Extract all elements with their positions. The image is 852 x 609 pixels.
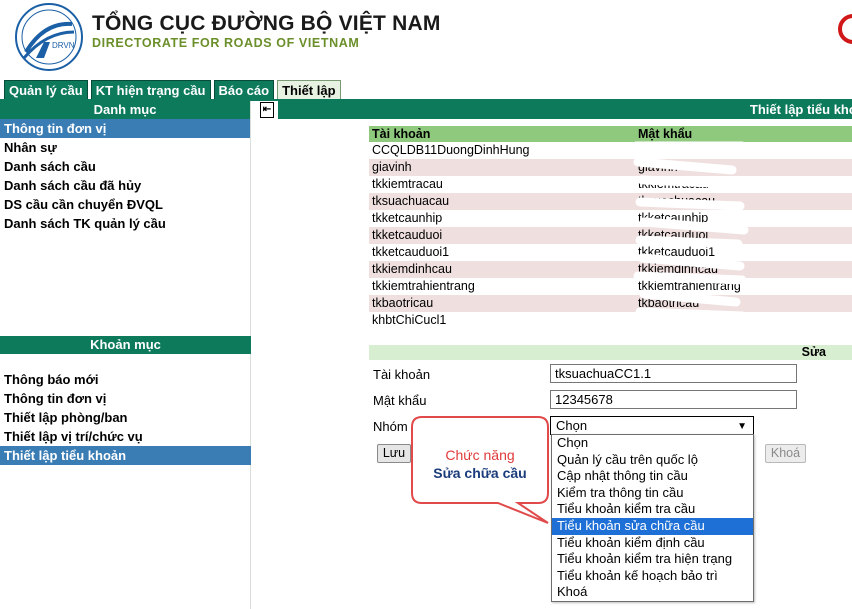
cell-password bbox=[635, 312, 852, 329]
cell-password: tkketcauduoi1 bbox=[635, 244, 852, 261]
table-row[interactable]: giavinh giavinh bbox=[369, 159, 852, 176]
group-option[interactable]: Tiểu khoản kiểm tra cầu bbox=[552, 501, 753, 518]
main-header: Thiết lập tiểu khoản bbox=[278, 101, 852, 119]
sidebar-item-thong-tin-don-vi[interactable]: Thông tin đơn vị bbox=[0, 119, 250, 138]
account-label: Tài khoản bbox=[373, 367, 431, 382]
page-header: DRVN TỔNG CỤC ĐƯỜNG BỘ VIỆT NAM DIRECTOR… bbox=[0, 0, 852, 78]
table-row[interactable]: tkkiemdinhcau tkkiemdinhcau bbox=[369, 261, 852, 278]
table-row[interactable]: tksuachuacau tksuachuacau bbox=[369, 193, 852, 210]
col-tai-khoan: Tài khoản bbox=[369, 126, 635, 142]
account-input[interactable] bbox=[550, 364, 797, 383]
cell-password: tkkiemtracau bbox=[635, 176, 852, 193]
group-option[interactable]: Kiểm tra thông tin cầu bbox=[552, 485, 753, 502]
group-option[interactable]: Cập nhật thông tin cầu bbox=[552, 468, 753, 485]
sidebar: Danh mục Thông tin đơn vị Nhân sự Danh s… bbox=[0, 101, 251, 609]
table-row[interactable]: khbtChiCucl1 bbox=[369, 312, 852, 329]
sidebar-item-nhan-su[interactable]: Nhân sự bbox=[0, 138, 250, 157]
group-option[interactable]: Quản lý cầu trên quốc lộ bbox=[552, 452, 753, 469]
cell-account: tkkiemtracau bbox=[369, 176, 635, 193]
site-title-en: DIRECTORATE FOR ROADS OF VIETNAM bbox=[92, 36, 360, 50]
table-row[interactable]: tkketcauduoi1 tkketcauduoi1 bbox=[369, 244, 852, 261]
group-dropdown-list: Chọn Quản lý cầu trên quốc lộ Cập nhật t… bbox=[551, 434, 754, 602]
cell-password: tksuachuacau bbox=[635, 193, 852, 210]
sidebar-item-danh-sach-tk[interactable]: Danh sách TK quản lý cầu bbox=[0, 214, 250, 233]
main-title: Thiết lập tiểu khoản bbox=[749, 102, 852, 117]
tab-bao-cao[interactable]: Báo cáo bbox=[213, 80, 275, 100]
cell-account: khbtChiCucl1 bbox=[369, 312, 635, 329]
table-row[interactable]: tkketcaunhip tkketcaunhip bbox=[369, 210, 852, 227]
table-row[interactable]: tkkiemtracau tkkiemtracau bbox=[369, 176, 852, 193]
group-option[interactable]: Tiểu khoản kiểm tra hiện trạng bbox=[552, 551, 753, 568]
table-row[interactable]: tkbaotricau tkbaotricau bbox=[369, 295, 852, 312]
group-selected-value: Chọn bbox=[556, 418, 588, 433]
sidebar-item-ds-cau-can-chuyen[interactable]: DS cầu cần chuyển ĐVQL bbox=[0, 195, 250, 214]
drvn-logo: DRVN bbox=[15, 3, 83, 71]
danh-muc-list: Thông tin đơn vị Nhân sự Danh sách cầu D… bbox=[0, 119, 250, 233]
cell-account: giavinh bbox=[369, 159, 635, 176]
chevron-down-icon: ▼ bbox=[737, 421, 747, 432]
lock-button[interactable]: Khoá bbox=[765, 444, 806, 463]
collapse-sidebar-icon[interactable]: ⇤ bbox=[260, 102, 274, 118]
cell-account: tkkiemtrahientrang bbox=[369, 278, 635, 295]
group-option-highlighted[interactable]: Tiểu khoản sửa chữa cầu bbox=[552, 517, 753, 535]
group-option[interactable]: Tiểu khoản kiểm định cầu bbox=[552, 535, 753, 552]
callout-line1: Chức năng bbox=[445, 447, 515, 463]
password-label: Mật khẩu bbox=[373, 393, 427, 408]
cell-account: tkkiemdinhcau bbox=[369, 261, 635, 278]
site-title-vi: TỔNG CỤC ĐƯỜNG BỘ VIỆT NAM bbox=[92, 12, 441, 35]
cell-account: tkbaotricau bbox=[369, 295, 635, 312]
table-row[interactable]: tkketcauduoi tkketcauduoi bbox=[369, 227, 852, 244]
group-option[interactable]: Tiểu khoản kế hoạch bảo trì bbox=[552, 568, 753, 585]
table-row[interactable]: tkkiemtrahientrang tkkiemtrahientrang bbox=[369, 278, 852, 295]
sidebar-section-khoan-muc: Khoản mục bbox=[0, 336, 251, 354]
save-button[interactable]: Lưu bbox=[377, 444, 411, 463]
group-label: Nhóm bbox=[373, 419, 408, 434]
cell-password bbox=[635, 142, 852, 159]
cell-password: tkketcaunhip bbox=[635, 210, 852, 227]
sidebar-item-thiet-lap-vi-tri[interactable]: Thiết lập vị trí/chức vụ bbox=[0, 427, 251, 446]
group-select[interactable]: Chọn ▼ bbox=[550, 416, 754, 435]
group-option[interactable]: Chọn bbox=[552, 435, 753, 452]
tab-quan-ly-cau[interactable]: Quản lý cầu bbox=[4, 80, 88, 100]
cell-password: tkkiemtrahientrang bbox=[635, 278, 852, 295]
sidebar-item-danh-sach-cau[interactable]: Danh sách cầu bbox=[0, 157, 250, 176]
sidebar-item-thiet-lap-phong-ban[interactable]: Thiết lập phòng/ban bbox=[0, 408, 251, 427]
cell-account: tkketcauduoi bbox=[369, 227, 635, 244]
sidebar-item-thiet-lap-tieu-khoan[interactable]: Thiết lập tiểu khoản bbox=[0, 446, 251, 465]
table-header-row: Tài khoản Mật khẩu bbox=[369, 126, 852, 142]
logo-text: DRVN bbox=[52, 41, 75, 50]
cell-password: tkkiemdinhcau bbox=[635, 261, 852, 278]
cell-account: tkketcaunhip bbox=[369, 210, 635, 227]
cell-password: giavinh bbox=[635, 159, 852, 176]
edit-panel-header: Sửa bbox=[369, 345, 852, 360]
callout-line2: Sửa chữa cầu bbox=[433, 465, 527, 481]
cell-account: CCQLDB11DuongDinhHung bbox=[369, 142, 635, 159]
col-mat-khau: Mật khẩu bbox=[635, 126, 852, 142]
sidebar-item-thong-bao-moi[interactable]: Thông báo mới bbox=[0, 370, 251, 389]
cell-account: tkketcauduoi1 bbox=[369, 244, 635, 261]
group-option[interactable]: Khoá bbox=[552, 584, 753, 601]
password-input[interactable] bbox=[550, 390, 797, 409]
tab-kt-hien-trang-cau[interactable]: KT hiện trạng cầu bbox=[90, 80, 211, 100]
accounts-table: Tài khoản Mật khẩu CCQLDB11DuongDinhHung… bbox=[369, 126, 852, 329]
sidebar-item-thong-tin-don-vi-2[interactable]: Thông tin đơn vị bbox=[0, 389, 251, 408]
sidebar-item-danh-sach-cau-da-huy[interactable]: Danh sách cầu đã hủy bbox=[0, 176, 250, 195]
khoan-muc-section: Khoản mục Thông báo mới Thông tin đơn vị… bbox=[0, 336, 251, 465]
table-row[interactable]: CCQLDB11DuongDinhHung bbox=[369, 142, 852, 159]
tab-thiet-lap[interactable]: Thiết lập bbox=[277, 80, 341, 101]
sidebar-section-danh-muc: Danh mục bbox=[0, 101, 250, 119]
cell-account: tksuachuacau bbox=[369, 193, 635, 210]
cell-password: tkketcauduoi bbox=[635, 227, 852, 244]
partner-logo-icon bbox=[838, 14, 852, 44]
main-tabs: Quản lý cầu KT hiện trạng cầu Báo cáo Th… bbox=[4, 80, 341, 101]
cell-password: tkbaotricau bbox=[635, 295, 852, 312]
khoan-muc-list: Thông báo mới Thông tin đơn vị Thiết lập… bbox=[0, 370, 251, 465]
